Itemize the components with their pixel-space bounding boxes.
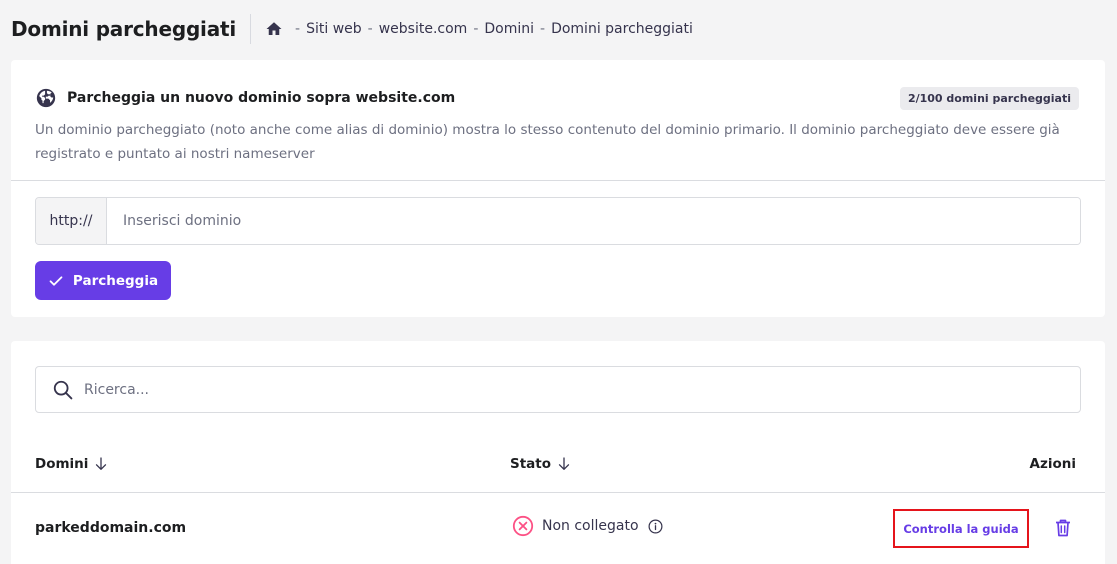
sort-arrow-down-icon — [94, 457, 108, 471]
check-icon — [48, 273, 64, 289]
breadcrumb-item-parked-domains: Domini parcheggiati — [551, 21, 693, 37]
trash-icon[interactable] — [1054, 518, 1072, 538]
table-header: Domini Stato Azioni — [11, 448, 1105, 493]
column-status-label: Stato — [510, 456, 552, 472]
column-actions-label: Azioni — [1029, 456, 1076, 472]
column-header-actions: Azioni — [1030, 456, 1076, 472]
page-header: Domini parcheggiati - Siti web - website… — [0, 0, 1117, 58]
search-icon — [52, 379, 74, 401]
home-icon[interactable] — [265, 20, 283, 38]
breadcrumb-separator: - — [295, 21, 301, 37]
page-title: Domini parcheggiati — [11, 14, 252, 44]
globe-icon — [35, 87, 57, 109]
breadcrumb-item-domains[interactable]: Domini — [484, 21, 534, 37]
table-row: parkeddomain.com Non collegato Controlla… — [11, 494, 1105, 562]
park-button[interactable]: Parcheggia — [35, 261, 171, 300]
column-header-domains[interactable]: Domini — [35, 456, 108, 472]
domain-input-group: http:// — [35, 197, 1081, 245]
domain-input[interactable] — [107, 198, 1080, 244]
search-box — [35, 366, 1081, 413]
domain-name: parkeddomain.com — [35, 520, 187, 536]
park-card-title: Parcheggia un nuovo dominio sopra websit… — [67, 90, 456, 106]
breadcrumb-separator: - — [473, 21, 479, 37]
check-guide-button[interactable]: Controlla la guida — [893, 509, 1029, 548]
breadcrumb-separator: - — [367, 21, 373, 37]
breadcrumb-item-sites[interactable]: Siti web — [306, 21, 362, 37]
breadcrumb-separator: - — [540, 21, 546, 37]
park-domain-card: Parcheggia un nuovo dominio sopra websit… — [11, 60, 1105, 317]
status-text: Non collegato — [542, 518, 639, 534]
park-card-description: Un dominio parcheggiato (noto anche come… — [35, 122, 1060, 162]
parked-domains-card: Domini Stato Azioni parkeddomain.com Non… — [11, 341, 1105, 564]
sort-arrow-down-icon — [557, 457, 571, 471]
info-icon[interactable] — [648, 519, 663, 534]
status-cell: Non collegato — [512, 515, 663, 537]
search-input[interactable] — [84, 381, 1080, 398]
column-header-status[interactable]: Stato — [510, 456, 571, 472]
park-button-label: Parcheggia — [72, 272, 159, 289]
parked-count-badge: 2/100 domini parcheggiati — [899, 86, 1079, 110]
divider — [11, 180, 1105, 181]
column-domains-label: Domini — [35, 456, 89, 472]
breadcrumb-item-website[interactable]: website.com — [379, 21, 468, 37]
park-card-header: Parcheggia un nuovo dominio sopra websit… — [11, 60, 1105, 118]
error-circle-icon — [512, 515, 534, 537]
breadcrumb: - Siti web - website.com - Domini - Domi… — [265, 20, 693, 38]
protocol-prefix: http:// — [36, 198, 107, 244]
